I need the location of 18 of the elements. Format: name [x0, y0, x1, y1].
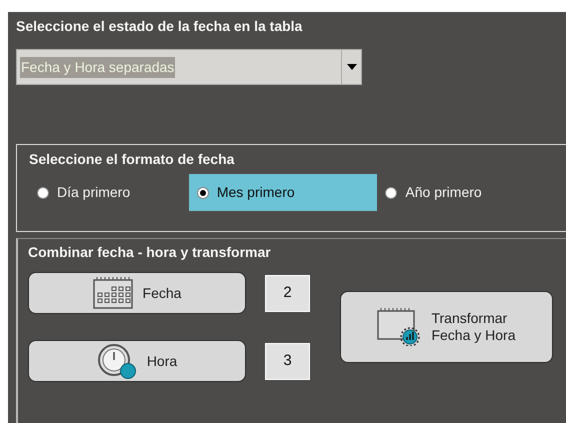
radio-option[interactable]: Mes primero: [188, 174, 378, 211]
date-button[interactable]: Fecha: [28, 272, 246, 314]
column-number-field[interactable]: 3: [265, 342, 310, 380]
section-heading: Seleccione el formato de fecha: [29, 150, 236, 168]
radio-icon: [196, 186, 209, 198]
radio-option[interactable]: Año primero: [377, 174, 566, 211]
transform-button[interactable]: Transformar Fecha y Hora: [340, 291, 553, 363]
calendar-settings-icon: [377, 308, 422, 346]
radio-icon: [385, 186, 398, 198]
calendar-icon: [92, 277, 133, 309]
dropdown-arrow-icon: [346, 64, 356, 70]
radio-option[interactable]: Día primero: [29, 174, 189, 211]
column-number-field[interactable]: 2: [265, 274, 310, 312]
clock-icon: [96, 343, 137, 379]
section-heading: Combinar fecha - hora y transformar: [28, 243, 272, 261]
radio-icon: [37, 186, 49, 198]
section-heading: Seleccione el estado de la fecha en la tabla: [16, 17, 304, 35]
time-button[interactable]: Hora: [28, 340, 246, 382]
